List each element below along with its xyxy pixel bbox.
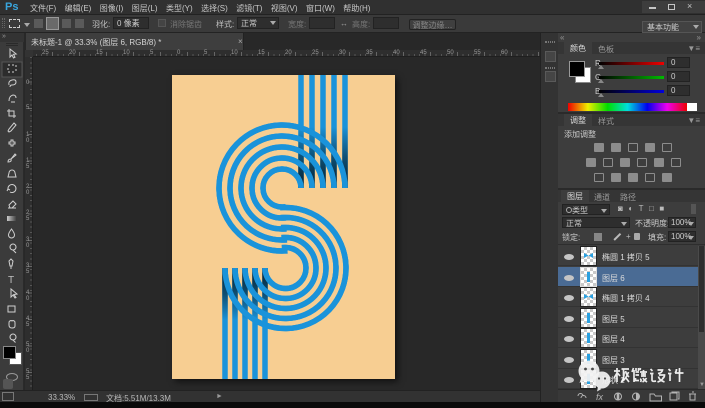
svg-text:T: T — [8, 275, 14, 286]
